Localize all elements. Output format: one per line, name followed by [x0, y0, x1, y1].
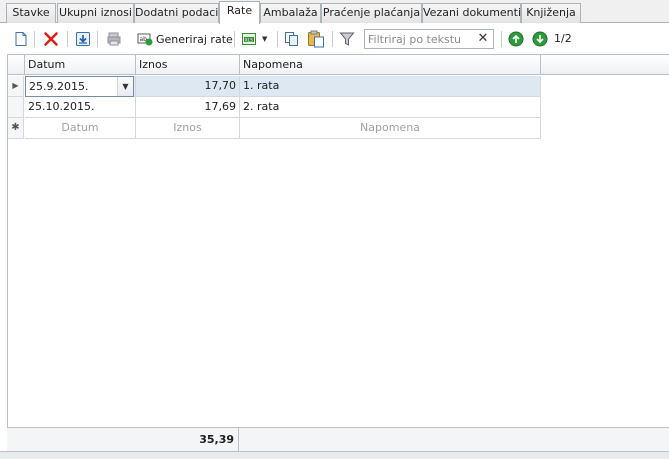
- row-indicator-icon[interactable]: ▶: [8, 76, 24, 97]
- save-button[interactable]: [75, 29, 91, 49]
- table-row-cell-napomena[interactable]: 1. rata: [240, 76, 541, 97]
- new-button[interactable]: [13, 29, 29, 49]
- copy-button[interactable]: [284, 29, 300, 49]
- filter-input-box[interactable]: ✕: [364, 29, 494, 49]
- new-row-asterisk-icon[interactable]: ✱: [8, 118, 24, 139]
- tab-ambalaza[interactable]: Ambalaža: [260, 3, 321, 23]
- tab-bar: Stavke Ukupni iznosi Dodatni podaci Rate…: [0, 0, 669, 24]
- grid-footer: 35,39: [7, 427, 669, 451]
- copy-icon: [285, 32, 298, 46]
- date-editor-value: 25.9.2015.: [29, 80, 89, 93]
- row-indicator[interactable]: [8, 97, 24, 118]
- date-editor[interactable]: 25.9.2015. ▼: [25, 76, 134, 97]
- printer-icon: [107, 32, 121, 46]
- tab-pracenje-placanja[interactable]: Praćenje plaćanja: [321, 3, 422, 23]
- new-document-icon: [15, 32, 27, 46]
- installments-panel: Stavke Ukupni iznosi Dodatni podaci Rate…: [0, 0, 669, 459]
- page-indicator: 1/2: [554, 32, 572, 45]
- tab-ukupni-iznosi[interactable]: Ukupni iznosi: [57, 3, 134, 23]
- column-header-datum[interactable]: Datum: [25, 55, 136, 75]
- delete-button[interactable]: [43, 29, 59, 49]
- save-down-arrow-icon: [76, 32, 90, 46]
- column-header-iznos[interactable]: Iznos: [136, 55, 240, 75]
- generate-icon: ab: [137, 33, 153, 46]
- filter-text-input[interactable]: [365, 30, 473, 48]
- column-header-napomena[interactable]: Napomena: [240, 55, 541, 75]
- total-amount: 35,39: [135, 428, 239, 451]
- excel-export-icon: XLS: [242, 33, 256, 45]
- paste-clipboard-icon: [308, 30, 324, 48]
- arrow-up-circle-icon: [508, 31, 524, 47]
- paste-button[interactable]: [307, 29, 325, 49]
- table-row-cell-datum[interactable]: 25.10.2015.: [25, 97, 136, 118]
- generate-installments-label: Generiraj rate: [156, 32, 233, 46]
- clear-filter-icon[interactable]: ✕: [475, 31, 491, 47]
- table-row-cell-iznos[interactable]: 17,69: [136, 97, 240, 118]
- next-button[interactable]: [532, 29, 548, 49]
- toolbar: ab Generiraj rate XLS ▼ Filtriraj po tek…: [7, 24, 669, 56]
- tab-stavke[interactable]: Stavke: [6, 3, 56, 23]
- installments-grid: Datum Iznos Napomena ▶ 25.9.2015. ▼ 17,7…: [7, 54, 669, 451]
- new-row-napomena[interactable]: Napomena: [240, 118, 541, 139]
- table-row-cell-iznos[interactable]: 17,70: [136, 76, 240, 97]
- chevron-down-icon[interactable]: ▼: [262, 35, 267, 43]
- tab-rate[interactable]: Rate: [219, 1, 260, 24]
- export-excel-button[interactable]: XLS ▼: [241, 29, 267, 49]
- previous-button[interactable]: [508, 29, 524, 49]
- tab-vezani-dokumenti[interactable]: Vezani dokumenti: [422, 3, 521, 23]
- table-row-cell-napomena[interactable]: 2. rata: [240, 97, 541, 118]
- new-row-iznos[interactable]: Iznos: [136, 118, 240, 139]
- delete-x-icon: [44, 32, 58, 46]
- generate-installments-button[interactable]: ab Generiraj rate: [137, 29, 233, 49]
- tab-dodatni-podaci[interactable]: Dodatni podaci: [134, 3, 219, 23]
- print-button[interactable]: [106, 29, 122, 49]
- row-indicator-header: [8, 55, 25, 75]
- funnel-filter-icon: [339, 32, 355, 46]
- new-row-datum[interactable]: Datum: [25, 118, 136, 139]
- svg-text:XLS: XLS: [245, 37, 254, 43]
- chevron-down-icon[interactable]: ▼: [117, 77, 133, 96]
- tab-knjizenja[interactable]: Knjiženja: [521, 3, 581, 23]
- arrow-down-circle-icon: [532, 31, 548, 47]
- filter-button[interactable]: [339, 29, 355, 49]
